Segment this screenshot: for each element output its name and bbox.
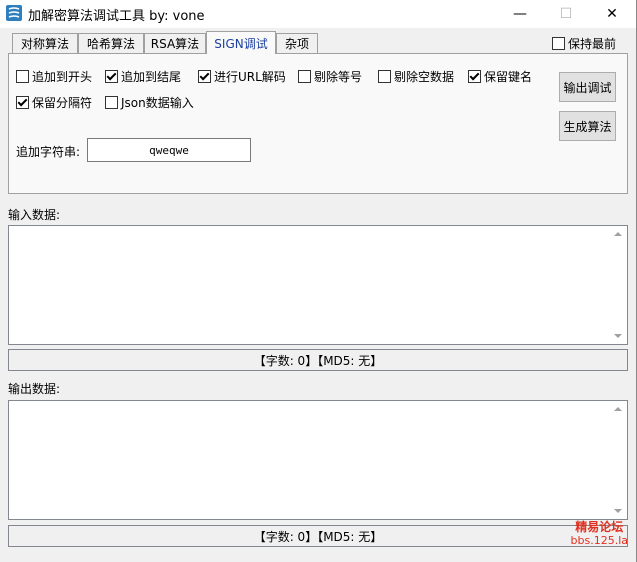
add-end-label: 追加到结尾 <box>121 70 182 84</box>
keep-key-checkbox[interactable]: 保留键名 <box>468 68 532 85</box>
tab-misc[interactable]: 杂项 <box>276 33 318 53</box>
checkbox-box-checked <box>16 96 29 109</box>
input-status-bar: 【字数: 0】【MD5: 无】 <box>8 349 628 371</box>
tab-rsa[interactable]: RSA算法 <box>144 33 206 53</box>
watermark-line1: 精易论坛 <box>575 520 624 534</box>
add-end-checkbox[interactable]: 追加到结尾 <box>105 68 181 85</box>
checkbox-box <box>552 37 565 50</box>
checkbox-box-checked <box>468 70 481 83</box>
scroll-down-icon[interactable] <box>614 509 622 513</box>
url-decode-label: 进行URL解码 <box>214 70 286 84</box>
tab-symmetric[interactable]: 对称算法 <box>12 33 78 53</box>
add-start-checkbox[interactable]: 追加到开头 <box>16 68 92 85</box>
json-input-checkbox[interactable]: Json数据输入 <box>105 94 194 111</box>
append-string-label: 追加字符串: <box>16 145 81 159</box>
append-string-input[interactable]: qweqwe <box>87 138 251 162</box>
tab-hash[interactable]: 哈希算法 <box>78 33 144 53</box>
window-title: 加解密算法调试工具 by: vone <box>28 9 205 24</box>
output-data-label: 输出数据: <box>8 382 61 396</box>
input-data-label: 输入数据: <box>8 208 61 222</box>
keep-on-top-label: 保持最前 <box>568 37 617 51</box>
remove-empty-checkbox[interactable]: 剔除空数据 <box>378 68 454 85</box>
title-bar[interactable]: 加解密算法调试工具 by: vone — ☐ ✕ <box>0 0 636 28</box>
scroll-up-icon[interactable] <box>614 407 622 411</box>
keep-separator-label: 保留分隔符 <box>32 96 93 110</box>
input-data-textarea[interactable] <box>8 225 628 345</box>
add-start-label: 追加到开头 <box>32 70 93 84</box>
keep-on-top-checkbox[interactable]: 保持最前 <box>552 35 616 52</box>
checkbox-box <box>16 70 29 83</box>
app-logo-icon <box>6 5 22 21</box>
checkbox-box <box>105 96 118 109</box>
forum-watermark: 精易论坛 bbs.125.la <box>571 520 628 548</box>
output-debug-button[interactable]: 输出调试 <box>559 72 616 102</box>
minimize-button[interactable]: — <box>497 0 543 28</box>
remove-empty-label: 剔除空数据 <box>394 70 455 84</box>
generate-algorithm-button[interactable]: 生成算法 <box>559 111 616 141</box>
scroll-up-icon[interactable] <box>614 232 622 236</box>
tab-sign-debug[interactable]: SIGN调试 <box>206 31 276 54</box>
checkbox-box <box>378 70 391 83</box>
watermark-line2: bbs.125.la <box>570 534 628 547</box>
close-button[interactable]: ✕ <box>589 0 635 28</box>
remove-equals-label: 剔除等号 <box>314 70 363 84</box>
input-scrollbar[interactable] <box>610 226 627 344</box>
checkbox-box-checked <box>198 70 211 83</box>
checkbox-box <box>298 70 311 83</box>
keep-separator-checkbox[interactable]: 保留分隔符 <box>16 94 92 111</box>
app-window: 加解密算法调试工具 by: vone — ☐ ✕ 对称算法 哈希算法 RSA算法… <box>0 0 637 562</box>
url-decode-checkbox[interactable]: 进行URL解码 <box>198 68 286 85</box>
checkbox-box-checked <box>105 70 118 83</box>
json-input-label: Json数据输入 <box>121 96 194 110</box>
keep-key-label: 保留键名 <box>484 70 533 84</box>
remove-equals-checkbox[interactable]: 剔除等号 <box>298 68 362 85</box>
scroll-down-icon[interactable] <box>614 334 622 338</box>
output-scrollbar[interactable] <box>610 401 627 519</box>
output-data-textarea[interactable] <box>8 400 628 520</box>
output-status-bar: 【字数: 0】【MD5: 无】 <box>8 525 628 547</box>
maximize-button[interactable]: ☐ <box>543 0 589 28</box>
